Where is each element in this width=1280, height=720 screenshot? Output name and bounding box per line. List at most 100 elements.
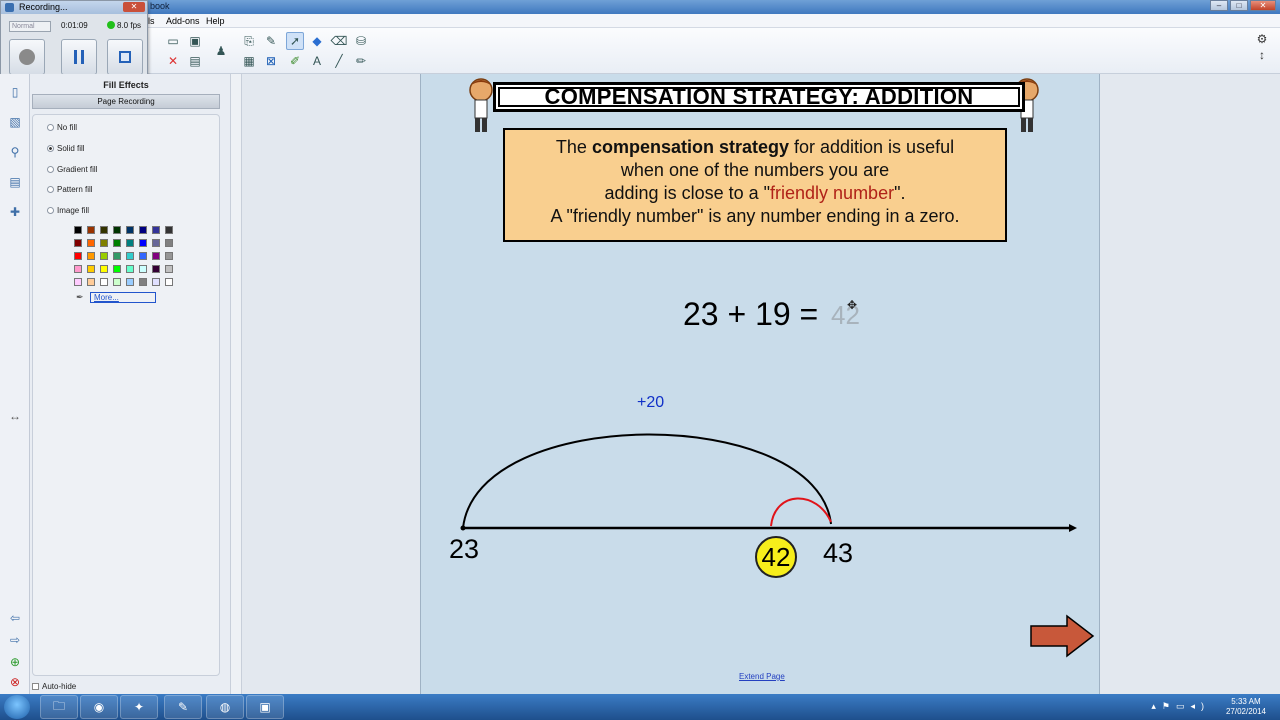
color-swatch[interactable]	[126, 278, 134, 286]
color-swatch[interactable]	[165, 252, 173, 260]
color-swatch[interactable]	[126, 252, 134, 260]
color-swatch[interactable]	[100, 265, 108, 273]
color-swatch[interactable]	[139, 226, 147, 234]
taskbar-explorer-icon[interactable]: 🗀	[40, 695, 78, 719]
recorder-mode-select[interactable]: Normal	[9, 21, 51, 32]
fill-option-solid[interactable]: Solid fill	[47, 144, 85, 153]
page-sorter-icon[interactable]: ▯	[7, 84, 23, 100]
magic-pen-icon[interactable]: ✎	[262, 32, 280, 50]
color-swatch[interactable]	[113, 278, 121, 286]
recorder-close-icon[interactable]: ✕	[123, 2, 145, 12]
start-button[interactable]	[4, 695, 30, 719]
gallery-icon[interactable]: ▧	[7, 114, 23, 130]
record-button[interactable]	[9, 39, 45, 75]
radio-no-fill[interactable]	[47, 124, 54, 131]
color-swatch[interactable]	[152, 239, 160, 247]
autohide-checkbox[interactable]	[32, 683, 39, 690]
addons-icon[interactable]: ✚	[7, 204, 23, 220]
add-page-icon[interactable]: ⊕	[7, 654, 23, 670]
fill-option-none[interactable]: No fill	[47, 123, 77, 132]
color-swatch[interactable]	[139, 278, 147, 286]
stop-button[interactable]	[107, 39, 143, 75]
color-swatch[interactable]	[74, 278, 82, 286]
previous-page-icon[interactable]: ⇦	[7, 610, 23, 626]
color-swatch[interactable]	[87, 239, 95, 247]
next-slide-arrow-icon[interactable]	[1029, 614, 1095, 658]
taskbar-recorder-icon[interactable]: ▣	[246, 695, 284, 719]
eyedropper-icon[interactable]: ✒	[76, 292, 84, 303]
new-page-icon[interactable]: ▭	[164, 32, 182, 50]
highlighter-icon[interactable]: ✏	[352, 52, 370, 70]
capture-icon[interactable]: ⎘	[240, 32, 258, 50]
color-swatch[interactable]	[126, 226, 134, 234]
color-swatch[interactable]	[100, 226, 108, 234]
color-swatch[interactable]	[74, 226, 82, 234]
color-swatch[interactable]	[87, 252, 95, 260]
fill-option-image[interactable]: Image fill	[47, 206, 89, 215]
text-tool-icon[interactable]: A	[308, 52, 326, 70]
color-swatch[interactable]	[74, 265, 82, 273]
color-swatch[interactable]	[165, 278, 173, 286]
screen-shade-icon[interactable]: ▣	[186, 32, 204, 50]
color-swatch[interactable]	[165, 226, 173, 234]
table-grid-icon[interactable]: ▦	[240, 52, 258, 70]
color-swatch[interactable]	[74, 239, 82, 247]
color-swatch[interactable]	[139, 252, 147, 260]
taskbar-app-icon[interactable]: ✦	[120, 695, 158, 719]
color-swatch[interactable]	[139, 239, 147, 247]
color-swatch[interactable]	[113, 239, 121, 247]
resize-panel-icon[interactable]: ↔	[7, 408, 23, 424]
color-swatch[interactable]	[100, 239, 108, 247]
color-swatch[interactable]	[113, 226, 121, 234]
panel-scrollbar[interactable]	[230, 74, 242, 694]
taskbar-clock[interactable]: 5:33 AM 27/02/2014	[1226, 697, 1266, 717]
radio-pattern-fill[interactable]	[47, 186, 54, 193]
table-icon[interactable]: ▤	[186, 52, 204, 70]
color-swatch[interactable]	[165, 265, 173, 273]
autohide-checkbox-row[interactable]: Auto-hide	[32, 682, 76, 691]
color-swatch[interactable]	[100, 252, 108, 260]
close-window-button[interactable]: ✕	[1250, 0, 1276, 11]
properties-icon[interactable]: ▤	[7, 174, 23, 190]
color-swatch[interactable]	[152, 278, 160, 286]
page-recording-button[interactable]: Page Recording	[32, 94, 220, 109]
document-camera-icon[interactable]: ♟	[212, 42, 230, 60]
system-tray-icons[interactable]: ▴⚑▭◂)	[1151, 701, 1210, 712]
color-swatch[interactable]	[152, 226, 160, 234]
settings-gear-icon[interactable]: ⚙	[1252, 32, 1272, 48]
delete-page-icon[interactable]: ⊗	[7, 674, 23, 690]
toolbar-position-icon[interactable]: ↕	[1252, 48, 1272, 64]
pens-icon[interactable]: ✐	[286, 52, 304, 70]
menu-item-help[interactable]: Help	[206, 16, 225, 26]
fill-option-gradient[interactable]: Gradient fill	[47, 165, 97, 174]
color-swatch[interactable]	[87, 226, 95, 234]
color-swatch[interactable]	[126, 239, 134, 247]
color-swatch[interactable]	[74, 252, 82, 260]
taskbar-chrome-icon[interactable]: ◍	[206, 695, 244, 719]
whiteboard-page[interactable]: COMPENSATION STRATEGY: ADDITION The comp…	[420, 74, 1100, 694]
box-tool-icon[interactable]: ⊠	[262, 52, 280, 70]
color-swatch[interactable]	[100, 278, 108, 286]
color-swatch[interactable]	[152, 265, 160, 273]
color-swatch[interactable]	[139, 265, 147, 273]
color-swatch[interactable]	[126, 265, 134, 273]
taskbar-notebook-icon[interactable]: ✎	[164, 695, 202, 719]
delete-icon[interactable]: ✕	[164, 52, 182, 70]
menu-item-addons[interactable]: Add-ons	[166, 16, 200, 26]
color-swatch[interactable]	[87, 265, 95, 273]
taskbar-media-icon[interactable]: ◉	[80, 695, 118, 719]
attachments-icon[interactable]: ⚲	[7, 144, 23, 160]
line-tool-icon[interactable]: ╱	[330, 52, 348, 70]
color-swatch[interactable]	[165, 239, 173, 247]
color-swatch[interactable]	[87, 278, 95, 286]
radio-solid-fill[interactable]	[47, 145, 54, 152]
color-swatch[interactable]	[113, 252, 121, 260]
extend-page-link[interactable]: Extend Page	[739, 672, 785, 681]
fill-icon[interactable]: ⛁	[352, 32, 370, 50]
menu-item-tools[interactable]: ls	[148, 16, 155, 26]
next-page-icon[interactable]: ⇨	[7, 632, 23, 648]
fill-option-pattern[interactable]: Pattern fill	[47, 185, 93, 194]
radio-gradient-fill[interactable]	[47, 166, 54, 173]
color-swatch[interactable]	[113, 265, 121, 273]
maximize-button[interactable]: □	[1230, 0, 1248, 11]
